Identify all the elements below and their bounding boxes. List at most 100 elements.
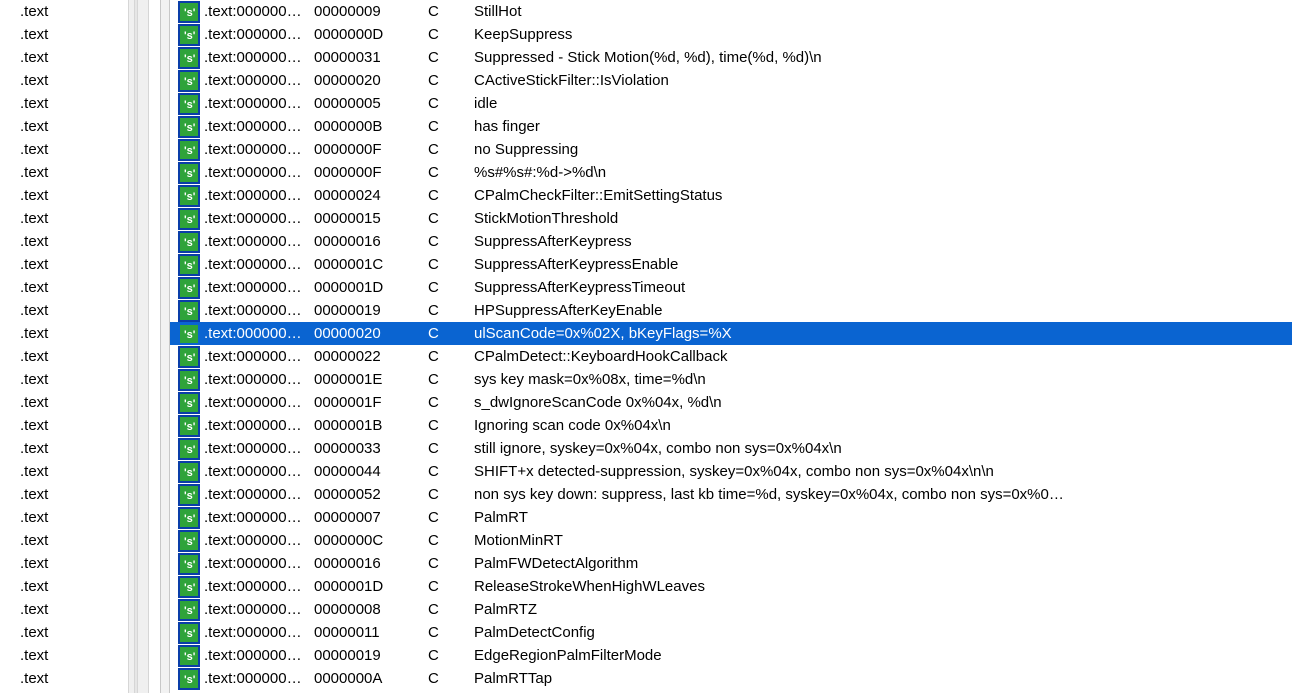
svg-text:'s': 's' [184,674,196,686]
string-icon: 's' [180,95,198,113]
row-type: C [428,483,474,506]
segment-list-item[interactable]: .text [0,23,130,46]
string-row[interactable]: 's'.text:000000…0000001BCIgnoring scan c… [170,414,1292,437]
string-row[interactable]: 's'.text:000000…0000000FC%s#%s#:%d->%d\n [170,161,1292,184]
svg-text:'s': 's' [184,375,196,387]
segment-list-item[interactable]: .text [0,0,130,23]
segment-list-item[interactable]: .text [0,391,130,414]
row-string: EdgeRegionPalmFilterMode [474,644,1292,667]
row-type: C [428,69,474,92]
string-icon: 's' [180,279,198,297]
segment-list-item[interactable]: .text [0,598,130,621]
segment-list-item[interactable]: .text [0,46,130,69]
segment-list-item[interactable]: .text [0,529,130,552]
segment-list-item[interactable]: .text [0,92,130,115]
segment-list-item[interactable]: .text [0,322,130,345]
string-row[interactable]: 's'.text:000000…00000016CPalmFWDetectAlg… [170,552,1292,575]
pane-splitter[interactable] [137,0,170,693]
segment-list-item[interactable]: .text [0,460,130,483]
left-pane-scrollbar[interactable] [128,0,135,693]
string-icon: 's' [180,578,198,596]
string-row[interactable]: 's'.text:000000…0000001CCSuppressAfterKe… [170,253,1292,276]
string-icon: 's' [180,233,198,251]
left-segment-pane[interactable]: .text.text.text.text.text.text.text.text… [0,0,137,693]
row-string: s_dwIgnoreScanCode 0x%04x, %d\n [474,391,1292,414]
string-row[interactable]: 's'.text:000000…00000052Cnon sys key dow… [170,483,1292,506]
strings-list-pane[interactable]: 's'.text:000000…00000009CStillHot's'.tex… [170,0,1292,693]
row-address: .text:000000… [204,299,314,322]
row-address: .text:000000… [204,483,314,506]
segment-list-item[interactable]: .text [0,253,130,276]
segment-list-item[interactable]: .text [0,368,130,391]
row-type: C [428,414,474,437]
svg-text:'s': 's' [184,53,196,65]
segment-list-item[interactable]: .text [0,345,130,368]
segment-list-item[interactable]: .text [0,552,130,575]
segment-list-item[interactable]: .text [0,138,130,161]
row-string: Suppressed - Stick Motion(%d, %d), time(… [474,46,1292,69]
row-string: PalmRTTap [474,667,1292,690]
string-row[interactable]: 's'.text:000000…00000011CPalmDetectConfi… [170,621,1292,644]
segment-list-item[interactable]: .text [0,644,130,667]
svg-text:'s': 's' [184,651,196,663]
string-icon: 's' [180,141,198,159]
svg-text:'s': 's' [184,260,196,272]
string-row[interactable]: 's'.text:000000…00000033Cstill ignore, s… [170,437,1292,460]
segment-list-item[interactable]: .text [0,230,130,253]
row-type: C [428,138,474,161]
svg-text:'s': 's' [184,398,196,410]
string-row[interactable]: 's'.text:000000…0000000CCMotionMinRT [170,529,1292,552]
segment-list-item[interactable]: .text [0,161,130,184]
string-row[interactable]: 's'.text:000000…00000044CSHIFT+x detecte… [170,460,1292,483]
svg-text:'s': 's' [184,536,196,548]
string-row[interactable]: 's'.text:000000…0000001DCReleaseStrokeWh… [170,575,1292,598]
row-string: PalmFWDetectAlgorithm [474,552,1292,575]
string-row[interactable]: 's'.text:000000…00000031CSuppressed - St… [170,46,1292,69]
row-length: 00000052 [314,483,428,506]
segment-list-item[interactable]: .text [0,207,130,230]
segment-list-item[interactable]: .text [0,299,130,322]
segment-list-item[interactable]: .text [0,184,130,207]
segment-list-item[interactable]: .text [0,414,130,437]
segment-list-item[interactable]: .text [0,575,130,598]
row-type: C [428,575,474,598]
row-type: C [428,253,474,276]
segment-list-item[interactable]: .text [0,276,130,299]
string-row[interactable]: 's'.text:000000…0000000ACPalmRTTap [170,667,1292,690]
string-row[interactable]: 's'.text:000000…00000019CEdgeRegionPalmF… [170,644,1292,667]
row-string: SuppressAfterKeypress [474,230,1292,253]
string-row[interactable]: 's'.text:000000…00000024CCPalmCheckFilte… [170,184,1292,207]
segment-list-item[interactable]: .text [0,667,130,690]
string-row[interactable]: 's'.text:000000…0000000FCno Suppressing [170,138,1292,161]
row-type: C [428,299,474,322]
string-row[interactable]: 's'.text:000000…00000016CSuppressAfterKe… [170,230,1292,253]
row-string: Ignoring scan code 0x%04x\n [474,414,1292,437]
row-length: 00000020 [314,322,428,345]
string-row[interactable]: 's'.text:000000…00000020CCActiveStickFil… [170,69,1292,92]
row-string: SuppressAfterKeypressTimeout [474,276,1292,299]
string-row[interactable]: 's'.text:000000…00000015CStickMotionThre… [170,207,1292,230]
string-row[interactable]: 's'.text:000000…0000001ECsys key mask=0x… [170,368,1292,391]
row-string: StickMotionThreshold [474,207,1292,230]
svg-text:'s': 's' [184,513,196,525]
string-row[interactable]: 's'.text:000000…0000000DCKeepSuppress [170,23,1292,46]
string-row[interactable]: 's'.text:000000…00000020CulScanCode=0x%0… [170,322,1292,345]
row-type: C [428,0,474,23]
segment-list-item[interactable]: .text [0,621,130,644]
string-row[interactable]: 's'.text:000000…00000019CHPSuppressAfter… [170,299,1292,322]
string-row[interactable]: 's'.text:000000…00000007CPalmRT [170,506,1292,529]
segment-list-item[interactable]: .text [0,506,130,529]
string-row[interactable]: 's'.text:000000…00000005Cidle [170,92,1292,115]
string-row[interactable]: 's'.text:000000…0000001DCSuppressAfterKe… [170,276,1292,299]
string-row[interactable]: 's'.text:000000…0000000BChas finger [170,115,1292,138]
string-row[interactable]: 's'.text:000000…00000022CCPalmDetect::Ke… [170,345,1292,368]
string-row[interactable]: 's'.text:000000…0000001FCs_dwIgnoreScanC… [170,391,1292,414]
string-row[interactable]: 's'.text:000000…00000009CStillHot [170,0,1292,23]
row-string: PalmRT [474,506,1292,529]
segment-list-item[interactable]: .text [0,483,130,506]
row-string: PalmDetectConfig [474,621,1292,644]
segment-list-item[interactable]: .text [0,69,130,92]
string-row[interactable]: 's'.text:000000…00000008CPalmRTZ [170,598,1292,621]
segment-list-item[interactable]: .text [0,437,130,460]
segment-list-item[interactable]: .text [0,115,130,138]
